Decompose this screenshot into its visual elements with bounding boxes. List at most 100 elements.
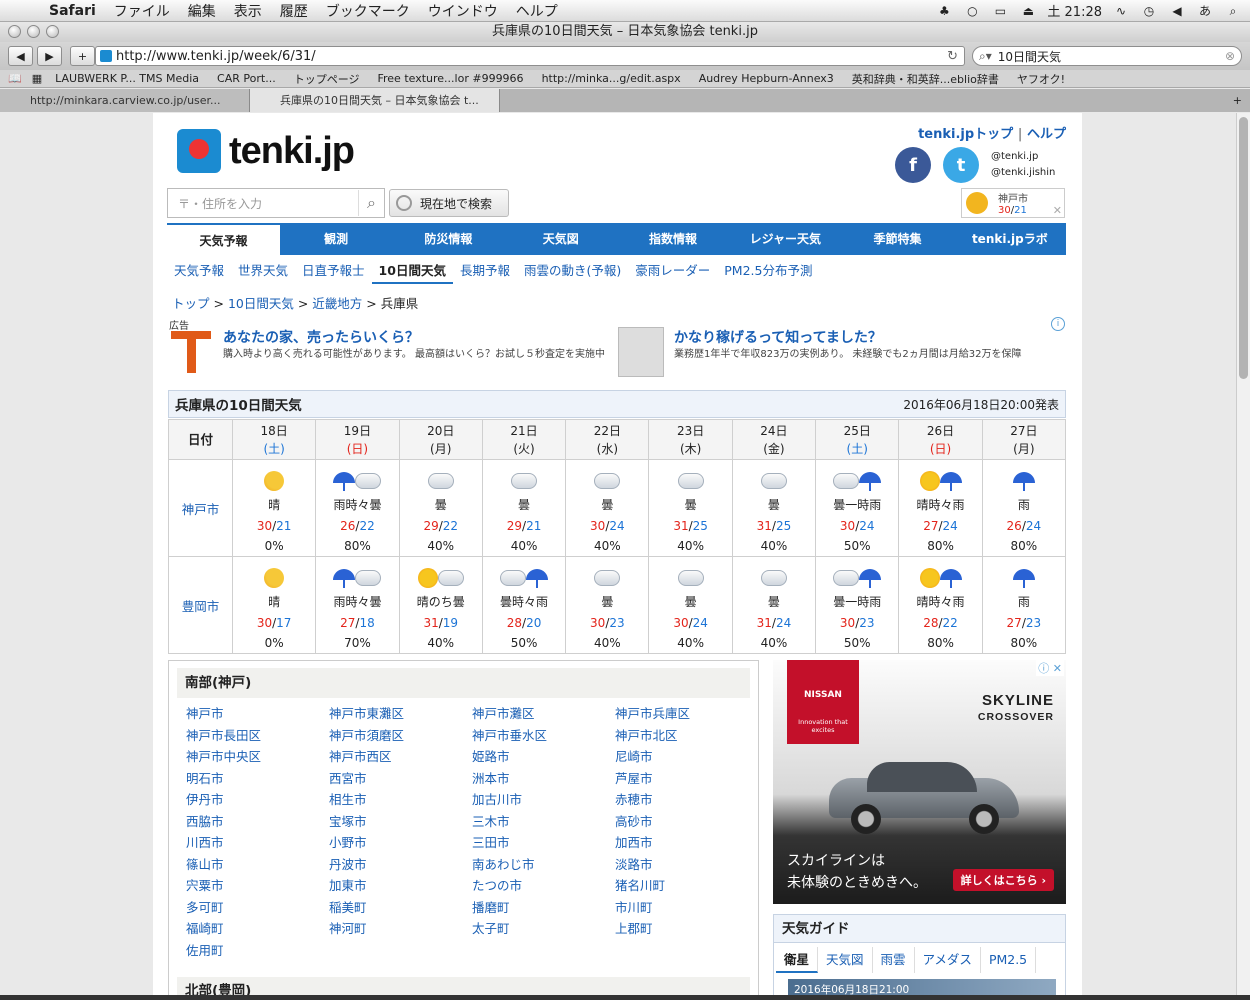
city-link[interactable]: 宝塚市 [329, 811, 472, 833]
guide-tab-weather-map[interactable]: 天気図 [818, 947, 873, 973]
city-name-link[interactable]: 神戸市 [168, 459, 233, 557]
city-link[interactable]: 三田市 [472, 832, 615, 854]
city-link[interactable]: 加西市 [615, 832, 758, 854]
city-link[interactable]: 神戸市 [186, 703, 329, 725]
guide-tab-satellite[interactable]: 衛星 [776, 947, 819, 973]
city-link[interactable]: 加東市 [329, 875, 472, 897]
status-leaf-icon[interactable]: ♣ [935, 4, 953, 18]
guide-tab-pm25[interactable]: PM2.5 [981, 947, 1037, 973]
subnav-rain-cloud[interactable]: 雨雲の動き(予報) [517, 258, 628, 284]
add-bookmark-button[interactable]: + [70, 46, 95, 66]
ad-cta-button[interactable]: 詳しくはこちら › [952, 869, 1054, 891]
nav-leisure[interactable]: レジャー天気 [729, 223, 841, 255]
city-link[interactable]: 丹波市 [329, 854, 472, 876]
subnav-forecast[interactable]: 天気予報 [167, 258, 231, 284]
input-method-icon[interactable]: あ [1196, 4, 1214, 18]
menu-window[interactable]: ウインドウ [419, 1, 507, 21]
city-link[interactable]: 尼崎市 [615, 746, 758, 768]
city-link[interactable]: 上郡町 [615, 918, 758, 940]
city-link[interactable]: 福崎町 [186, 918, 329, 940]
volume-icon[interactable]: ◀ [1168, 4, 1186, 18]
menu-app[interactable]: Safari [40, 3, 105, 19]
city-link[interactable]: 宍粟市 [186, 875, 329, 897]
twitter-icon[interactable]: t [943, 147, 979, 183]
guide-tab-rain-cloud[interactable]: 雨雲 [873, 947, 915, 973]
twitter-handle-2[interactable]: @tenki.jishin [991, 165, 1055, 181]
scrollbar-thumb[interactable] [1239, 117, 1248, 379]
city-link[interactable]: 芦屋市 [615, 768, 758, 790]
city-link[interactable]: 神戸市長田区 [186, 725, 329, 747]
city-link[interactable]: 西宮市 [329, 768, 472, 790]
bookmark-item[interactable]: Audrey Hepburn-Annex3 [690, 72, 843, 85]
bookmark-item[interactable]: トップページ [285, 71, 369, 87]
minimize-window-button[interactable] [27, 25, 40, 38]
text-ad-1[interactable]: あなたの家、売ったらいくら？ 購入時より高く売れる可能性があります。 最高額はい… [171, 327, 611, 379]
menu-history[interactable]: 履歴 [271, 1, 317, 21]
city-link[interactable]: 神河町 [329, 918, 472, 940]
subnav-daily[interactable]: 日直予報士 [295, 258, 372, 284]
nissan-ad[interactable]: NISSAN Innovation that excites SKYLINE CRO… [773, 660, 1066, 904]
city-link[interactable]: 市川町 [615, 897, 758, 919]
breadcrumb-kinki[interactable]: 近畿地方 [312, 296, 362, 311]
text-ad-2[interactable]: かなり稼げるって知ってました？ 業務歴1年半で年収823万の実例あり。 未経験で… [618, 327, 1048, 379]
close-window-button[interactable] [8, 25, 21, 38]
ad1-title[interactable]: あなたの家、売ったらいくら？ [223, 327, 605, 347]
city-link[interactable]: 川西市 [186, 832, 329, 854]
ad2-title[interactable]: かなり稼げるって知ってました？ [674, 327, 1022, 347]
bookmark-item[interactable]: 英和辞典・和英辞...eblio辞書 [843, 71, 1008, 87]
city-link[interactable]: 猪名川町 [615, 875, 758, 897]
city-link[interactable]: 多可町 [186, 897, 329, 919]
search-icon[interactable]: ⌕ [358, 190, 384, 216]
twitter-handle-1[interactable]: @tenki.jp [991, 149, 1055, 165]
tenki-top-link[interactable]: tenki.jpトップ [918, 127, 1013, 142]
menu-edit[interactable]: 編集 [179, 1, 225, 21]
guide-tab-amedas[interactable]: アメダス [915, 947, 981, 973]
nav-disaster[interactable]: 防災情報 [392, 223, 504, 255]
bookmark-item[interactable]: LAUBWERK P... TMS Media [46, 72, 208, 85]
subnav-world[interactable]: 世界天気 [231, 258, 295, 284]
site-logo[interactable]: tenki.jp [177, 129, 355, 173]
bookmark-item[interactable]: http://minka...g/edit.aspx [533, 72, 690, 85]
bookmark-item[interactable]: Free texture...lor #999966 [368, 72, 532, 85]
city-link[interactable]: 太子町 [472, 918, 615, 940]
city-link[interactable]: たつの市 [472, 875, 615, 897]
bookmark-item[interactable]: ヤフオク! [1008, 71, 1074, 87]
city-link[interactable]: 明石市 [186, 768, 329, 790]
facebook-icon[interactable]: f [895, 147, 931, 183]
city-link[interactable]: 神戸市兵庫区 [615, 703, 758, 725]
menu-help[interactable]: ヘルプ [507, 1, 567, 21]
city-link[interactable]: 洲本市 [472, 768, 615, 790]
breadcrumb-10day[interactable]: 10日間天気 [228, 296, 294, 311]
menu-bookmarks[interactable]: ブックマーク [317, 1, 419, 21]
back-button[interactable]: ◀ [8, 46, 33, 66]
nav-observation[interactable]: 観測 [280, 223, 392, 255]
eject-icon[interactable]: ⏏ [1019, 4, 1037, 18]
new-tab-icon[interactable]: + [1233, 89, 1250, 112]
nav-lab[interactable]: tenki.jpラボ [954, 223, 1066, 255]
city-link[interactable]: 伊丹市 [186, 789, 329, 811]
geo-search-button[interactable]: 現在地で検索 [389, 189, 509, 217]
city-link[interactable]: 神戸市西区 [329, 746, 472, 768]
city-name-link[interactable]: 豊岡市 [168, 556, 233, 654]
city-link[interactable]: 赤穂市 [615, 789, 758, 811]
subnav-radar[interactable]: 豪雨レーダー [628, 258, 717, 284]
city-weather-widget[interactable]: 神戸市 30/21 ✕ [961, 188, 1065, 218]
city-link[interactable]: 相生市 [329, 789, 472, 811]
nav-index[interactable]: 指数情報 [617, 223, 729, 255]
city-link[interactable]: 淡路市 [615, 854, 758, 876]
nav-forecast[interactable]: 天気予報 [167, 223, 280, 255]
address-bar[interactable]: http://www.tenki.jp/week/6/31/ ↻ [95, 46, 965, 66]
browser-search-field[interactable]: ⌕▾ 10日間天気 ⊗ [972, 46, 1242, 66]
time-machine-icon[interactable]: ◷ [1140, 4, 1158, 18]
spotlight-icon[interactable]: ⌕ [1224, 4, 1242, 18]
city-link[interactable]: 三木市 [472, 811, 615, 833]
top-sites-icon[interactable]: ▦ [32, 72, 46, 85]
page-scrollbar[interactable] [1236, 113, 1250, 995]
subnav-10day[interactable]: 10日間天気 [371, 258, 453, 284]
reading-list-icon[interactable]: 📖 [8, 72, 32, 85]
status-chat-icon[interactable]: ○ [963, 4, 981, 18]
city-link[interactable]: 稲美町 [329, 897, 472, 919]
city-link[interactable]: 神戸市北区 [615, 725, 758, 747]
city-link[interactable]: 加古川市 [472, 789, 615, 811]
city-link[interactable]: 神戸市垂水区 [472, 725, 615, 747]
